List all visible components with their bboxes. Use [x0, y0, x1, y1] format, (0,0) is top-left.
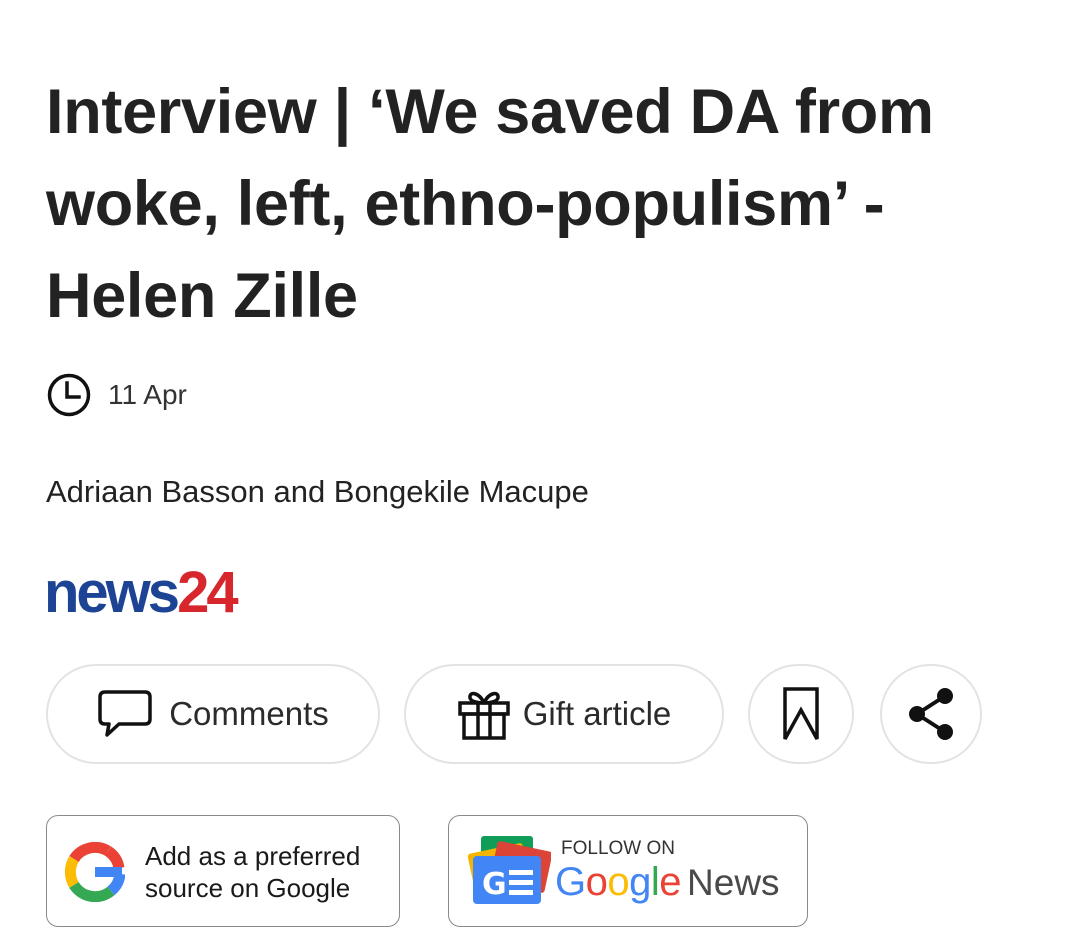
svg-text:G: G — [482, 867, 507, 902]
google-wordmark: Google — [555, 860, 682, 904]
comments-label: Comments — [169, 695, 329, 732]
share-button[interactable] — [880, 664, 982, 764]
google-news-icon: G — [467, 836, 551, 904]
gift-label: Gift article — [522, 695, 672, 732]
author-byline: Adriaan Basson and Bongekile Macupe — [46, 474, 589, 509]
google-letter: l — [650, 860, 660, 904]
google-letter: o — [607, 860, 630, 904]
google-letter: G — [555, 860, 586, 904]
google-g-icon — [65, 842, 125, 902]
news-wordmark: News — [687, 862, 780, 903]
follow-on-label: FOLLOW ON — [561, 838, 676, 859]
google-letter: g — [629, 860, 651, 904]
article-headline: Interview | ‘We saved DA from woke, left… — [46, 77, 934, 331]
comments-button[interactable]: Comments — [46, 664, 380, 764]
bookmark-icon — [783, 687, 819, 740]
google-news-wordmark: Google News — [555, 860, 780, 905]
publish-date: 11 Apr — [46, 372, 187, 418]
google-letter: o — [585, 860, 608, 904]
comment-icon — [98, 690, 152, 737]
google-preferred-source-button[interactable]: Add as a preferred source on Google — [46, 815, 400, 927]
news24-logo[interactable]: news24 — [44, 560, 239, 626]
logo-number: 24 — [177, 560, 238, 625]
bookmark-button[interactable] — [748, 664, 854, 764]
share-icon — [909, 688, 953, 740]
follow-google-news-button[interactable]: G FOLLOW ON Google News — [448, 815, 808, 927]
logo-word: news — [44, 560, 180, 625]
google-source-text: Add as a preferred source on Google — [145, 840, 360, 904]
google-source-line2: source on Google — [145, 873, 351, 903]
date-label: 11 Apr — [108, 379, 187, 410]
gift-icon — [457, 691, 510, 740]
google-source-line1: Add as a preferred — [145, 841, 361, 871]
google-letter: e — [659, 860, 682, 904]
gift-article-button[interactable]: Gift article — [404, 664, 724, 764]
clock-icon — [47, 373, 91, 417]
